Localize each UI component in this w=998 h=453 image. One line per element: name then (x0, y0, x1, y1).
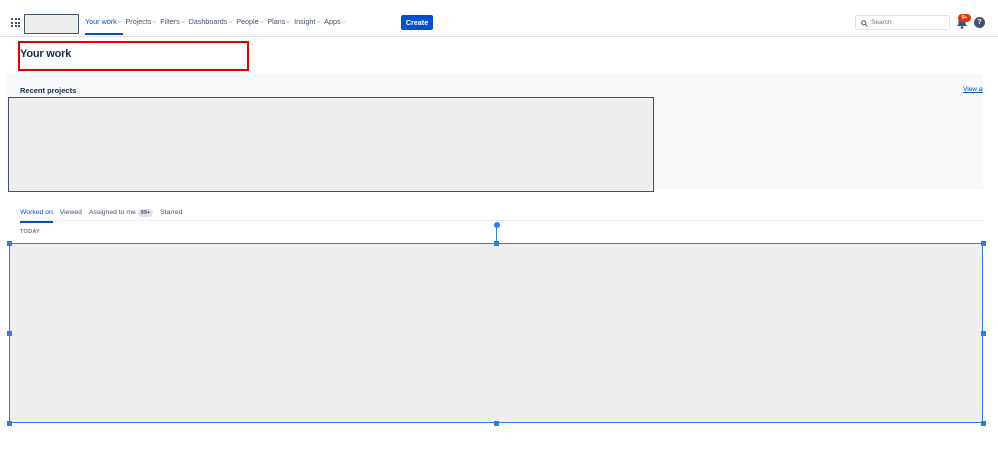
top-navigation: Your work⌵ Projects⌵ Filters⌵ Dashboards… (0, 0, 998, 37)
nav-label: Apps (324, 17, 341, 26)
recent-projects-heading: Recent projects (20, 86, 77, 95)
nav-people[interactable]: People⌵ (236, 12, 267, 34)
chevron-down-icon: ⌵ (228, 19, 233, 25)
create-button[interactable]: Create (401, 15, 433, 30)
resize-handle-right[interactable] (981, 331, 986, 336)
resize-handle-top-left[interactable] (7, 241, 12, 246)
site-logo[interactable] (24, 14, 79, 34)
chevron-down-icon: ⌵ (316, 19, 321, 25)
chevron-down-icon: ⌵ (259, 19, 264, 25)
chevron-down-icon: ⌵ (180, 19, 185, 25)
tab-label: Assigned to me (88, 209, 136, 216)
nav-label: Projects (125, 17, 152, 26)
view-all-projects-link[interactable]: View all (963, 86, 983, 93)
count-badge: 99+ (137, 209, 154, 217)
nav-projects[interactable]: Projects⌵ (126, 12, 161, 34)
tab-viewed[interactable]: Viewed (60, 207, 82, 221)
nav-apps[interactable]: Apps⌵ (324, 12, 349, 34)
notification-badge: 9+ (958, 14, 971, 22)
resize-handle-top[interactable] (494, 241, 499, 246)
nav-insight[interactable]: Insight⌵ (294, 12, 324, 34)
nav-label: Filters (160, 17, 180, 26)
nav-your-work[interactable]: Your work⌵ (85, 12, 126, 35)
nav-label: People (236, 17, 259, 26)
nav-label: Insight (294, 17, 316, 26)
resize-handle-bottom[interactable] (494, 421, 499, 426)
search-icon (861, 19, 868, 27)
nav-label: Your work (85, 17, 117, 26)
app-switcher-icon[interactable] (11, 18, 20, 27)
page-title: Your work (20, 48, 72, 60)
nav-label: Plans (267, 17, 286, 26)
help-icon[interactable]: ? (974, 17, 985, 28)
recent-projects-placeholder (8, 97, 654, 192)
resize-handle-left[interactable] (7, 331, 12, 336)
nav-label: Dashboards (188, 17, 228, 26)
chevron-down-icon: ⌵ (286, 19, 291, 25)
nav-plans[interactable]: Plans⌵ (267, 12, 294, 34)
worked-on-list-placeholder[interactable] (9, 243, 983, 423)
resize-handle-bottom-right[interactable] (981, 421, 986, 426)
resize-handle-top-right[interactable] (981, 241, 986, 246)
nav-filters[interactable]: Filters⌵ (160, 12, 188, 34)
chevron-down-icon: ⌵ (117, 19, 122, 25)
rotation-handle[interactable] (493, 222, 500, 228)
tab-assigned-to-me[interactable]: Assigned to me 99+ (88, 207, 154, 221)
resize-handle-bottom-left[interactable] (7, 421, 12, 426)
tab-starred[interactable]: Starred (160, 207, 182, 221)
search-input[interactable]: Search (855, 15, 950, 30)
tabs-divider (20, 220, 983, 221)
chevron-down-icon: ⌵ (152, 19, 157, 25)
tab-worked-on[interactable]: Worked on (20, 207, 53, 223)
page: Your work⌵ Projects⌵ Filters⌵ Dashboards… (0, 0, 998, 453)
nav-dashboards[interactable]: Dashboards⌵ (189, 12, 237, 34)
primary-nav: Your work⌵ Projects⌵ Filters⌵ Dashboards… (85, 12, 349, 35)
search-placeholder: Search (871, 19, 892, 26)
group-label: TODAY (20, 229, 41, 235)
chevron-down-icon: ⌵ (341, 19, 346, 25)
work-tabs: Worked on Viewed Assigned to me 99+ Starr… (20, 207, 189, 223)
